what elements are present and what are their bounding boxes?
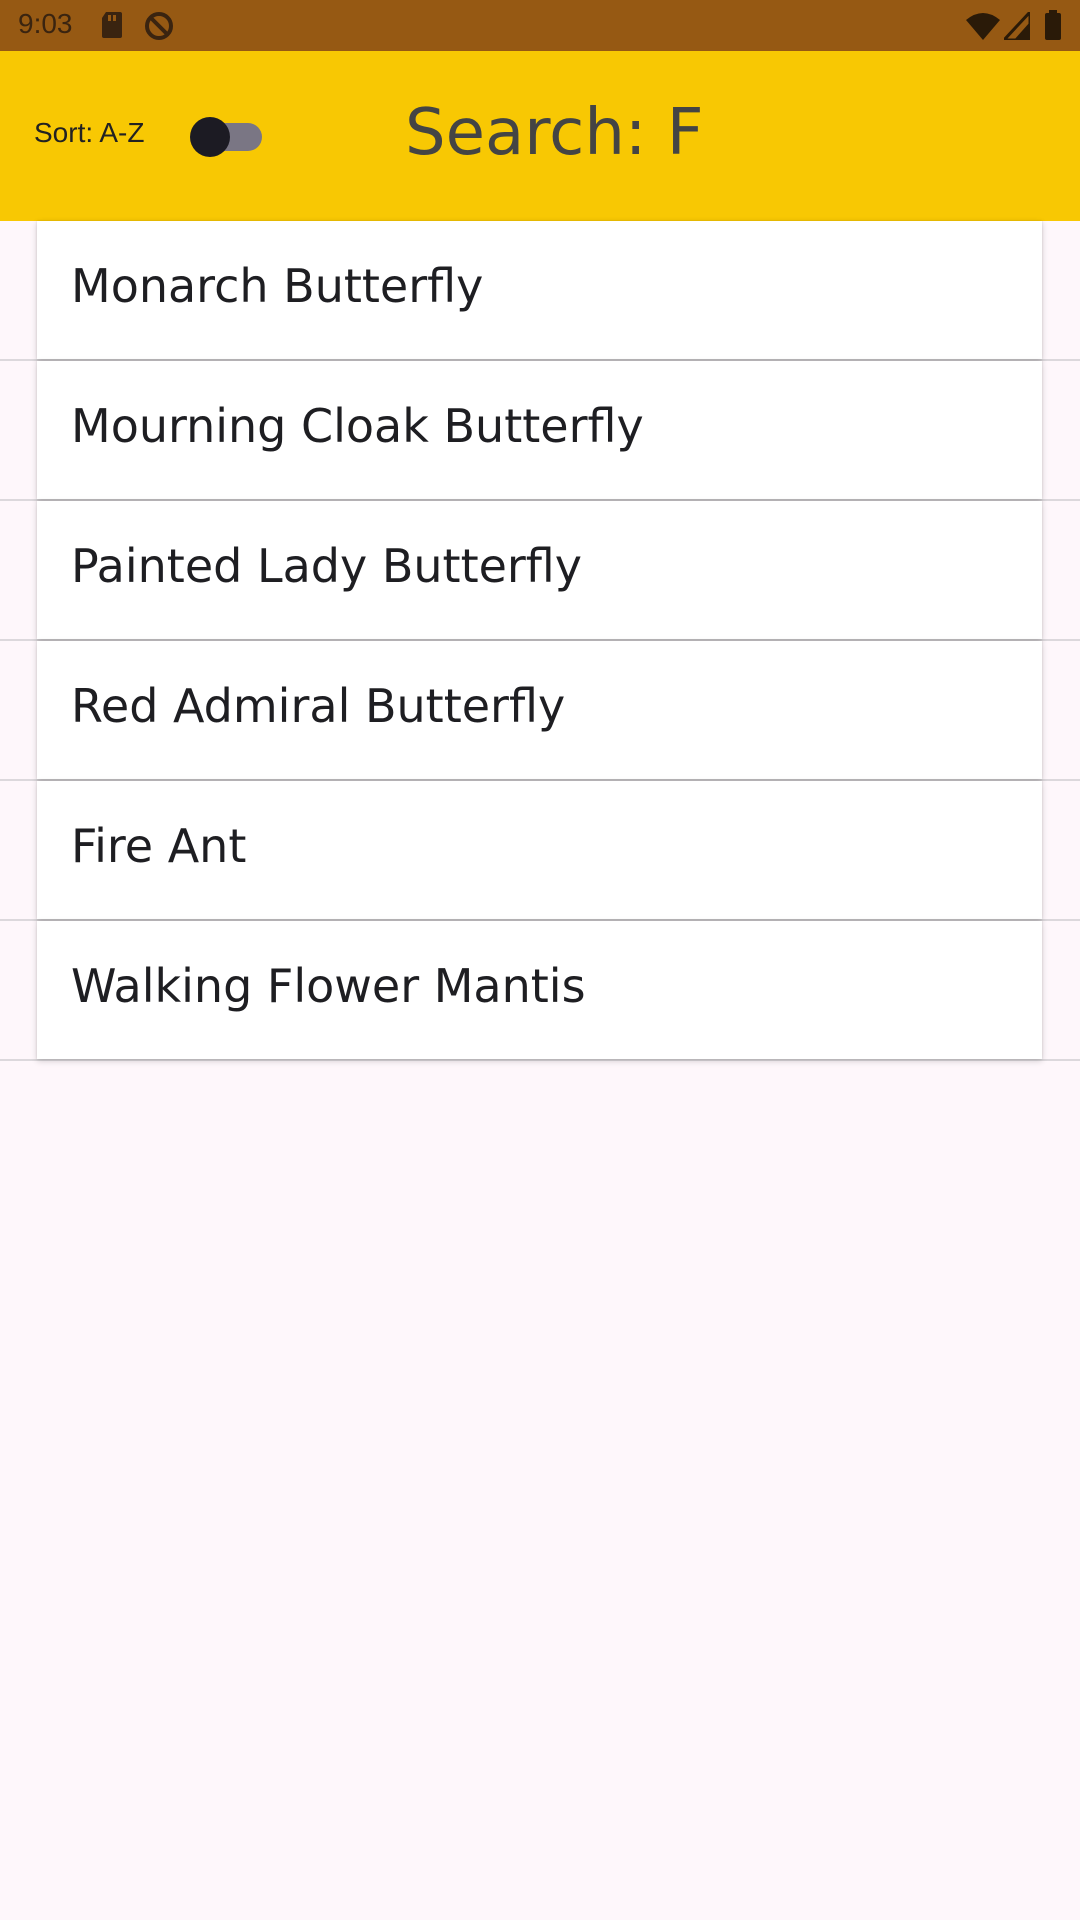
result-label: Walking Flower Mantis — [71, 959, 586, 1013]
list-item[interactable]: Monarch Butterfly — [0, 221, 1080, 361]
battery-icon — [1044, 10, 1062, 44]
result-label: Mourning Cloak Butterfly — [71, 399, 644, 453]
result-label: Fire Ant — [71, 819, 247, 873]
app-bar: Sort: A-Z Search: F — [0, 51, 1080, 221]
page-title: Search: F — [405, 96, 704, 170]
list-item[interactable]: Red Admiral Butterfly — [0, 641, 1080, 781]
result-label: Painted Lady Butterfly — [71, 539, 583, 593]
list-item[interactable]: Walking Flower Mantis — [0, 921, 1080, 1061]
list-item[interactable]: Fire Ant — [0, 781, 1080, 921]
list-item[interactable]: Mourning Cloak Butterfly — [0, 361, 1080, 501]
result-label: Monarch Butterfly — [71, 259, 484, 313]
sd-card-icon — [100, 10, 124, 44]
wifi-icon — [966, 12, 1000, 44]
result-card[interactable]: Walking Flower Mantis — [37, 921, 1042, 1059]
list-item[interactable]: Painted Lady Butterfly — [0, 501, 1080, 641]
signal-icon — [1000, 8, 1032, 44]
sort-toggle[interactable] — [190, 117, 262, 157]
result-card[interactable]: Painted Lady Butterfly — [37, 501, 1042, 639]
status-bar: 9:03 — [0, 0, 1080, 51]
sort-toggle-thumb[interactable] — [190, 117, 230, 157]
do-not-disturb-icon — [143, 10, 175, 46]
result-card[interactable]: Mourning Cloak Butterfly — [37, 361, 1042, 499]
result-card[interactable]: Red Admiral Butterfly — [37, 641, 1042, 779]
result-card[interactable]: Monarch Butterfly — [37, 221, 1042, 359]
status-time: 9:03 — [18, 8, 73, 39]
sort-label: Sort: A-Z — [34, 117, 145, 148]
result-card[interactable]: Fire Ant — [37, 781, 1042, 919]
results-list: Monarch Butterfly Mourning Cloak Butterf… — [0, 221, 1080, 1061]
result-label: Red Admiral Butterfly — [71, 679, 566, 733]
